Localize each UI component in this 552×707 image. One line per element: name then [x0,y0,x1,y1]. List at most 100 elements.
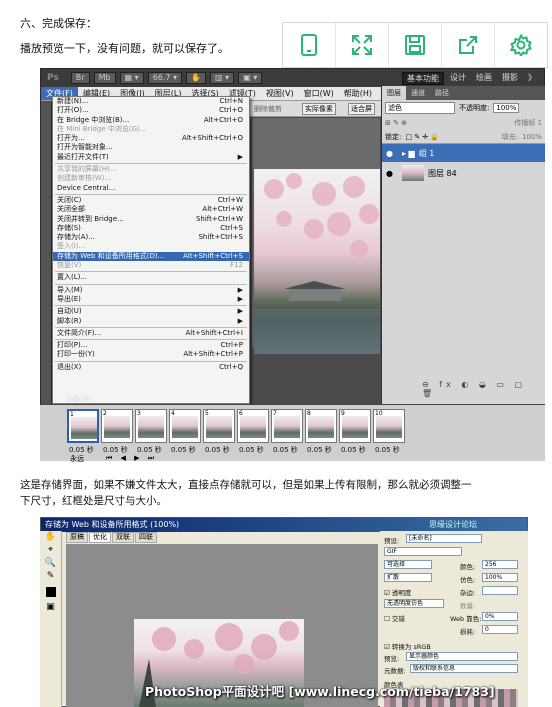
matte-select[interactable] [482,586,518,595]
lossy-input[interactable]: 0 [482,625,518,634]
toggle-slices-icon[interactable]: ▣ [40,601,61,614]
color-swatch[interactable] [45,587,56,597]
file-menu-item[interactable]: 共享我的屏幕(H)... [53,165,249,174]
preset-select[interactable]: [未命名] [406,534,482,543]
frame-delay[interactable]: 0.05 秒 [375,445,400,455]
colors-input[interactable]: 256 [482,560,518,569]
save-icon[interactable] [389,23,442,67]
screen-mode-button[interactable]: ▣ ▾ [238,72,263,84]
animation-frame[interactable]: 4 [169,409,201,443]
loop-select[interactable]: 永远 [70,454,84,464]
animation-frame[interactable]: 5 [203,409,235,443]
tab-4up[interactable]: 四联 [135,532,157,543]
eyedropper-icon[interactable]: ✎ [40,570,61,583]
workspace-painting[interactable]: 绘画 [472,72,496,85]
slice-icon[interactable]: ⌖ [40,544,61,557]
file-menu-item[interactable]: 存储为 Web 和设备所用格式(D)... Alt+Shift+Ctrl+S [53,251,249,262]
file-menu-item[interactable]: 自动(U) ▶ [53,307,249,316]
menu-view[interactable]: 视图(V) [261,87,299,100]
reduction-select[interactable]: 可选择 [384,560,432,569]
bridge-button[interactable]: Br [70,72,90,84]
convert-srgb-checkbox[interactable]: ☑ 转换为 sRGB [384,641,431,651]
lock-icons[interactable]: □ ✎ ✛ 🔒 [405,133,439,141]
zoom-icon[interactable]: 🔍 [40,557,61,570]
actual-pixels-button[interactable]: 实际像素 [302,103,336,115]
file-menu-item[interactable]: 导入(M) ▶ [53,286,249,295]
file-menu-item[interactable]: 打开(O)... Ctrl+O [53,106,249,115]
web-snap-input[interactable]: 0% [482,612,518,621]
preview-select[interactable]: 显示器颜色 [406,652,518,661]
layer-row-image[interactable]: ● 图层 84 [382,162,545,184]
eye-icon[interactable]: ● [386,169,398,178]
file-menu-item[interactable]: 最近打开文件(T) ▶ [53,153,249,162]
frame-delay[interactable]: 0.05 秒 [273,445,298,455]
tab-layers[interactable]: 图层 [382,86,406,100]
frame-delay[interactable]: 0.05 秒 [205,445,230,455]
frame-delay[interactable]: 0.05 秒 [239,445,264,455]
playback-controls[interactable]: ⏮ ◀ ▶ ⏭ [106,454,157,463]
metadata-select[interactable]: 版权和联系信息 [410,664,518,673]
hand-tool-button[interactable]: ✋ [186,72,207,84]
file-menu-item[interactable]: 存储(S) Ctrl+S [53,224,249,233]
tab-channels[interactable]: 通道 [406,86,430,100]
file-menu-item[interactable]: Device Central... [53,184,249,193]
dither-input[interactable]: 100% [482,573,518,582]
animation-frame[interactable]: 7 [271,409,303,443]
file-menu-item[interactable]: 关闭并转到 Bridge... Shift+Ctrl+W [53,215,249,224]
frame-delay[interactable]: 0.05 秒 [171,445,196,455]
tab-original[interactable]: 原稿 [66,532,88,543]
view-extras-button[interactable]: ▦ ▾ [119,72,144,84]
eye-icon[interactable]: ● [386,149,398,158]
fill-input[interactable]: 100% [522,133,542,141]
workspace-more[interactable]: 》 [524,72,540,85]
frame-delay[interactable]: 0.05 秒 [341,445,366,455]
delete-cropped-checkbox[interactable]: 删除裁剪 [254,104,282,114]
file-menu-item[interactable]: 打印一份(Y) Alt+Shift+Ctrl+P [53,350,249,359]
propagate-frame-label[interactable]: 传播帧 1 [514,118,542,128]
file-menu-item[interactable]: 在 Mini Bridge 中浏览(G)... [53,125,249,134]
tablet-icon[interactable] [283,23,336,67]
animation-frame[interactable]: 8 [305,409,337,443]
file-menu-item[interactable]: 关闭全部 Alt+Ctrl+W [53,205,249,214]
file-menu-item[interactable]: 打开为智能对象... [53,143,249,152]
opacity-input[interactable]: 100% [493,103,520,113]
mini-bridge-button[interactable]: Mb [93,72,116,84]
animation-frame[interactable]: 10 [373,409,405,443]
file-menu-item[interactable]: 签入(I)... [53,242,249,251]
animation-frame[interactable]: 6 [237,409,269,443]
file-menu-item[interactable]: 导出(E) ▶ [53,295,249,304]
dither-select[interactable]: 扩散 [384,573,432,582]
format-select[interactable]: GIF [384,547,462,556]
zoom-select[interactable]: 66.7 ▾ [147,72,183,84]
file-menu-item[interactable]: 置入(L)... [53,273,249,282]
file-menu-item[interactable]: 创建新审核(W)... [53,174,249,183]
interlaced-checkbox[interactable]: ☐ 交错 [384,613,405,623]
animation-frame[interactable]: 9 [339,409,371,443]
blend-mode-select[interactable]: 滤色 [385,102,455,114]
fit-screen-button[interactable]: 适合屏 [348,103,375,115]
fullscreen-icon[interactable] [336,23,389,67]
menu-help[interactable]: 帮助(H) [339,87,377,100]
file-menu-item[interactable]: 关闭(C) Ctrl+W [53,196,249,205]
animation-frame[interactable]: 3 [135,409,167,443]
file-menu-item[interactable]: 新建(N)... Ctrl+N [53,97,249,106]
workspace-essentials[interactable]: 基本功能 [402,71,444,85]
file-menu-item[interactable]: 文件简介(F)... Alt+Shift+Ctrl+I [53,329,249,338]
workspace-photography[interactable]: 摄影 [498,72,522,85]
layer-row-group[interactable]: ● ▸ ▆ 组 1 [382,144,545,162]
file-menu-item[interactable]: 脚本(R) ▶ [53,317,249,326]
file-menu-item[interactable]: 恢复(V) F12 [53,261,249,270]
file-menu-item[interactable]: 在 Bridge 中浏览(B)... Alt+Ctrl+O [53,116,249,125]
file-menu-item[interactable]: 退出(X) Ctrl+Q [53,363,249,372]
workspace-design[interactable]: 设计 [446,72,470,85]
tab-paths[interactable]: 路径 [430,86,454,100]
settings-icon[interactable] [495,23,547,67]
arrange-docs-button[interactable]: ▥ ▾ [210,72,235,84]
tab-2up[interactable]: 双联 [112,532,134,543]
menu-window[interactable]: 窗口(W) [299,87,339,100]
unify-icons[interactable]: ⊞ ✎ ⊕ [385,119,407,127]
layer-panel-footer-icons[interactable]: ⊖ fx ◐ ◒ ▭ ▢ 🗑 [422,380,545,398]
transparency-dither-select[interactable]: 无透明度仿色 [384,599,444,608]
animation-frame[interactable]: 2 [101,409,133,443]
tab-optimized[interactable]: 优化 [89,532,111,543]
